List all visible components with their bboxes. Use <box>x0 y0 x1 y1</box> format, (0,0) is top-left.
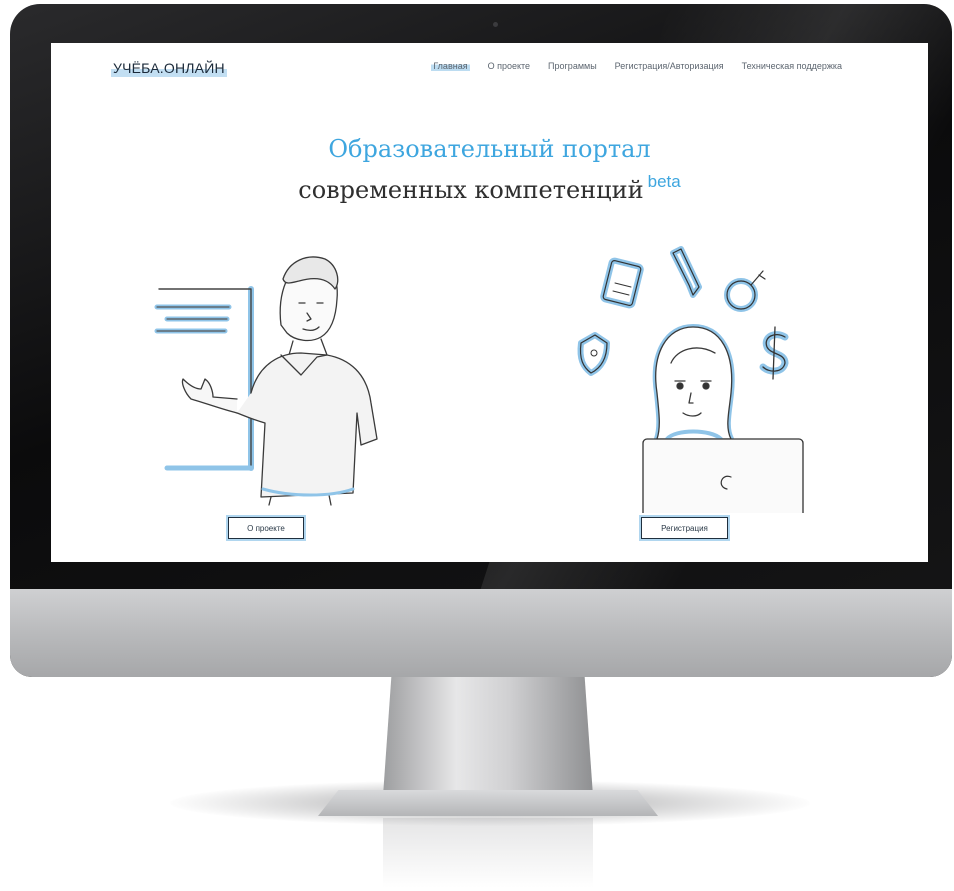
website-screen: УЧЁБА.ОНЛАЙН Главная О проекте Программы… <box>51 43 928 562</box>
monitor-stand-neck <box>383 676 593 796</box>
shield-icon <box>577 332 610 376</box>
nav-item-programs[interactable]: Программы <box>548 61 597 71</box>
nav-item-about[interactable]: О проекте <box>488 61 530 71</box>
woman-figure <box>652 324 735 442</box>
key-bulb-icon <box>724 270 766 312</box>
dollar-icon <box>759 326 789 380</box>
hero-title: Образовательный портал <box>328 135 651 163</box>
beta-badge: beta <box>647 172 681 191</box>
monitor-stand-base <box>318 790 658 816</box>
camera-icon <box>493 22 498 27</box>
register-button[interactable]: Регистрация <box>641 517 728 539</box>
nav-item-support[interactable]: Техническая поддержка <box>742 61 842 71</box>
hero-subtitle: современных компетенций beta <box>51 172 928 204</box>
stand-reflection <box>383 818 593 888</box>
nav-item-registration[interactable]: Регистрация/Авторизация <box>615 61 724 71</box>
monitor-mockup: УЧЁБА.ОНЛАЙН Главная О проекте Программы… <box>0 0 954 891</box>
pencil-icon <box>670 246 702 298</box>
top-nav: Главная О проекте Программы Регистрация/… <box>431 61 842 71</box>
laptop-icon <box>642 438 804 513</box>
student-illustration <box>577 246 804 513</box>
presentation-board-icon <box>154 286 254 471</box>
presenter-illustration <box>154 256 378 506</box>
nav-item-home[interactable]: Главная <box>431 61 470 71</box>
site-logo[interactable]: УЧЁБА.ОНЛАЙН <box>111 59 227 77</box>
monitor-chin <box>10 589 952 677</box>
about-button[interactable]: О проекте <box>228 517 304 539</box>
hero-subtitle-text: современных компетенций <box>298 176 644 204</box>
document-icon <box>600 257 644 309</box>
